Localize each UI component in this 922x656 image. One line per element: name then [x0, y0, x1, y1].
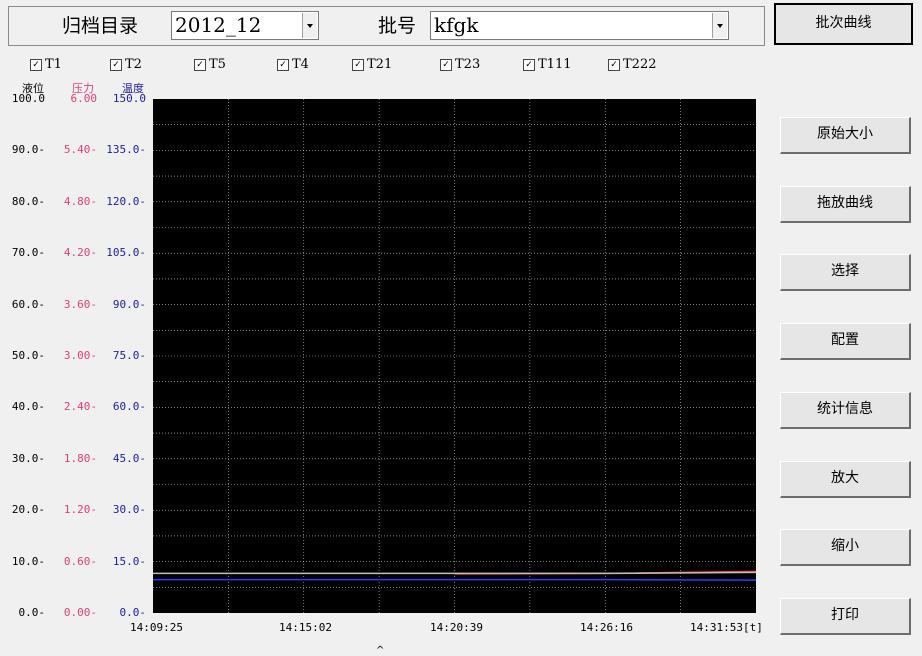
temperature-tick-label: 15.0-: [112, 554, 146, 568]
series-checkbox-t111[interactable]: ✓ T111: [523, 57, 571, 72]
checkbox-box[interactable]: ✓: [608, 59, 620, 71]
checkbox-label: T4: [292, 57, 309, 72]
x-tick-label: 14:26:16: [580, 621, 633, 634]
series-line-2: [153, 578, 757, 581]
series-checkbox-t5[interactable]: ✓ T5: [194, 57, 226, 72]
select-button[interactable]: 选择: [780, 254, 911, 292]
batch-label: 批号: [378, 15, 417, 37]
temperature-tick-label: 135.0-: [106, 143, 146, 157]
checkbox-box[interactable]: ✓: [194, 59, 206, 71]
caret-up-icon: ^: [376, 645, 385, 656]
temperature-tick-label: 0.0-: [119, 606, 147, 619]
zoom-in-button[interactable]: 放大: [780, 460, 911, 498]
series-line-1: [153, 571, 757, 575]
temperature-tick-label: 60.0-: [112, 400, 146, 414]
archive-dir-value: 2012_12: [175, 13, 262, 37]
checkbox-box[interactable]: ✓: [352, 59, 364, 71]
checkbox-box[interactable]: ✓: [523, 59, 535, 71]
batch-select[interactable]: kfgk: [430, 11, 729, 40]
temperature-tick-label: 90.0-: [112, 297, 146, 311]
temperature-tick-label: 45.0-: [112, 451, 146, 465]
original-size-button[interactable]: 原始大小: [780, 117, 911, 154]
checkbox-label: T23: [455, 57, 481, 72]
series-checkbox-t1[interactable]: ✓ T1: [30, 57, 62, 72]
temperature-tick-label: 105.0-: [106, 246, 146, 260]
checkbox-label: T2: [125, 57, 142, 72]
chevron-down-icon[interactable]: [302, 13, 317, 38]
x-tick-label: 14:09:25: [130, 621, 183, 634]
chart-svg: [153, 99, 757, 613]
batch-value: kfgk: [434, 13, 479, 37]
x-tick-label: 14:20:39: [430, 621, 483, 634]
temperature-tick-label: 30.0-: [112, 503, 146, 517]
checkbox-box[interactable]: ✓: [30, 59, 42, 71]
series-checkbox-t4[interactable]: ✓ T4: [277, 57, 309, 72]
checkbox-label: T1: [45, 57, 62, 72]
statistics-button[interactable]: 统计信息: [780, 391, 911, 429]
checkbox-label: T21: [367, 57, 393, 72]
temperature-tick-label: 150.0: [112, 92, 146, 105]
x-tick-label: 14:15:02: [279, 621, 332, 634]
x-tick-label: 14:31:53[t]: [690, 621, 763, 634]
series-checkbox-t2[interactable]: ✓ T2: [110, 57, 142, 72]
archive-dir-select[interactable]: 2012_12: [171, 11, 319, 40]
temperature-tick-label: 120.0-: [106, 194, 146, 208]
series-checkbox-t23[interactable]: ✓ T23: [440, 57, 480, 72]
print-button[interactable]: 打印: [780, 597, 911, 635]
config-button[interactable]: 配置: [780, 323, 911, 361]
series-checkbox-t21[interactable]: ✓ T21: [352, 57, 392, 72]
zoom-out-button[interactable]: 缩小: [780, 529, 911, 567]
checkbox-label: T222: [623, 57, 657, 72]
temperature-tick-label: 75.0-: [112, 349, 146, 362]
checkbox-box[interactable]: ✓: [440, 59, 452, 71]
checkbox-box[interactable]: ✓: [110, 59, 122, 71]
drag-curve-button[interactable]: 拖放曲线: [780, 185, 911, 223]
chart-plot-area[interactable]: [153, 99, 757, 613]
batch-curve-button[interactable]: 批次曲线: [774, 3, 913, 45]
checkbox-label: T111: [538, 57, 572, 72]
series-checkbox-t222[interactable]: ✓ T222: [608, 57, 656, 72]
archive-dir-label: 归档目录: [62, 15, 139, 37]
checkbox-box[interactable]: ✓: [277, 59, 289, 71]
checkbox-label: T5: [209, 57, 226, 72]
chevron-down-icon[interactable]: [712, 13, 727, 38]
